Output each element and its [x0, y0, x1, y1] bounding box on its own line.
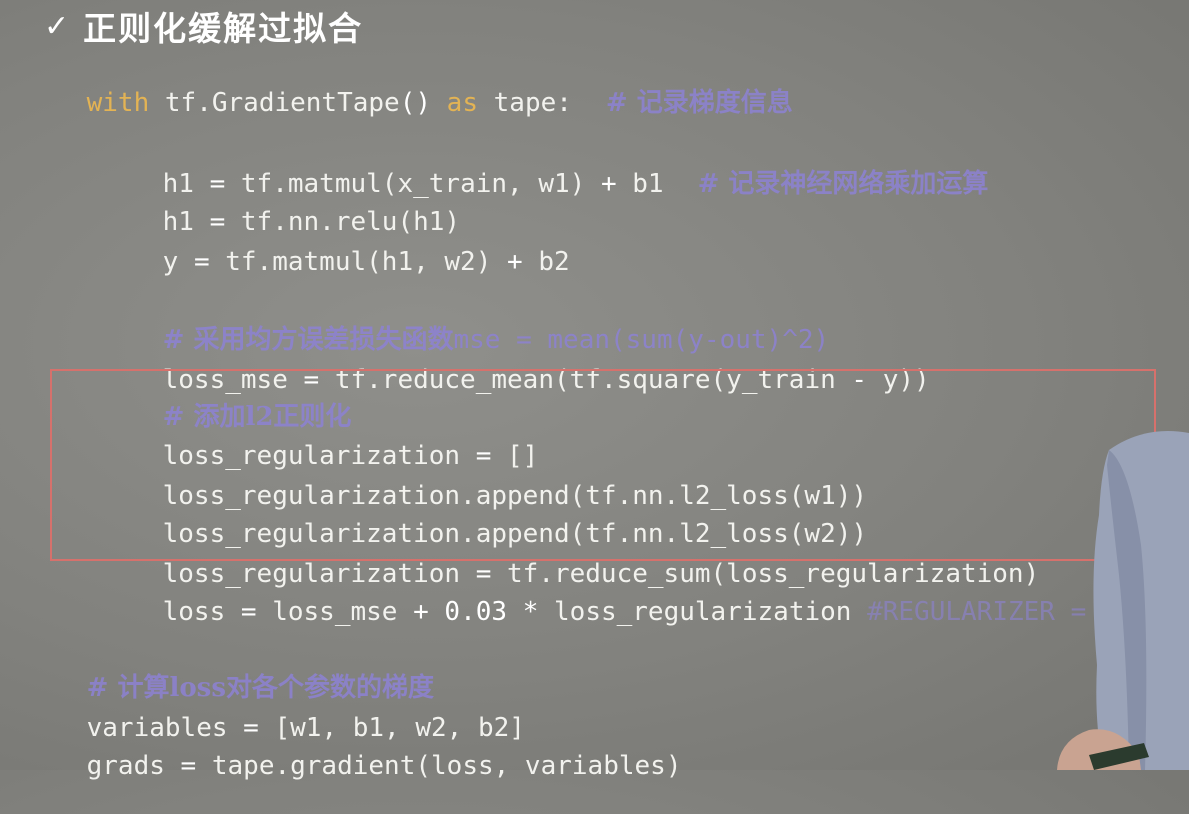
- code-comment: # 记录神经网络乘加运算: [697, 169, 989, 199]
- checkmark-icon: ✓: [44, 8, 70, 44]
- code-text: grads: [86, 751, 181, 781]
- operator: +: [585, 169, 617, 199]
- code-comment: #REGULARIZER =: [867, 597, 1087, 627]
- code-comment: # 记录梯度信息: [605, 88, 793, 118]
- keyword: with: [86, 88, 150, 118]
- keyword: as: [431, 88, 478, 118]
- code-text: (loss, variables): [415, 751, 682, 781]
- slide-title-row: ✓ 正则化缓解过拟合: [44, 4, 364, 49]
- number: 0.03: [428, 597, 508, 627]
- code-line: grads = tape.gradient(loss, variables): [24, 718, 682, 814]
- code-text: loss_regularization: [538, 597, 868, 627]
- code-text: (): [399, 88, 432, 118]
- code-text: (h1, w2): [366, 247, 492, 277]
- slide: ✓ 正则化缓解过拟合 with tf.GradientTape() as tap…: [0, 0, 1189, 781]
- operator: =: [193, 247, 210, 277]
- operator: +: [491, 247, 523, 277]
- code-text: tf.matmul: [209, 247, 367, 277]
- code-text: b1: [616, 169, 664, 199]
- code-text: loss: [162, 597, 241, 627]
- code-text: tf.GradientTape: [149, 88, 400, 118]
- operator: +: [413, 597, 429, 627]
- operator: =: [180, 751, 197, 781]
- operator: =: [240, 597, 257, 627]
- code-text: tape:: [477, 88, 572, 118]
- code-text: loss_mse: [256, 597, 414, 627]
- code-text: y: [162, 247, 194, 277]
- code-text: tape.gradient: [196, 751, 416, 781]
- code-text: b2: [522, 247, 570, 277]
- operator: *: [507, 597, 539, 627]
- slide-title: 正则化缓解过拟合: [83, 9, 364, 48]
